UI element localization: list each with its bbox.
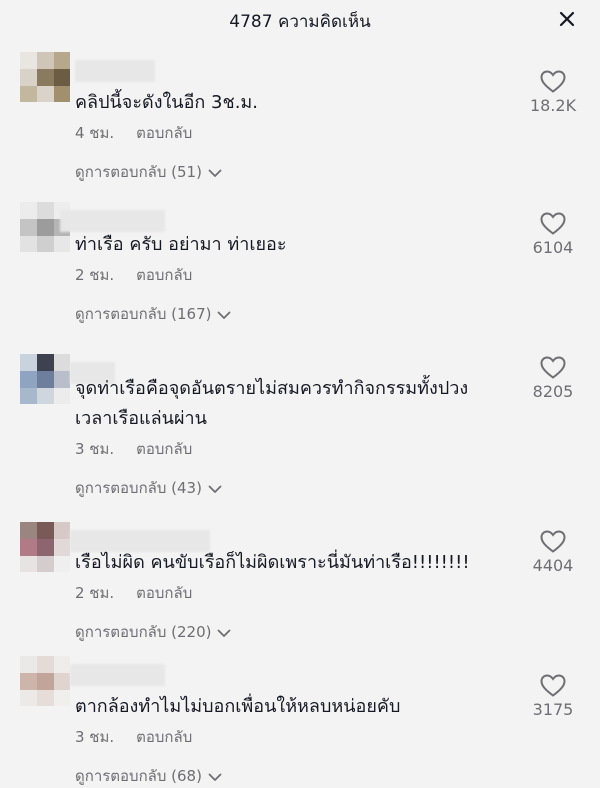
comment-meta: 3 ชม. ตอบกลับ: [75, 437, 214, 461]
avatar[interactable]: [20, 354, 70, 404]
close-icon[interactable]: [556, 8, 578, 30]
comment-text-line: จุดท่าเรือคือจุดอันตรายไม่สมควรทำกิจกรรม…: [75, 378, 469, 399]
heart-icon: [518, 212, 588, 236]
heart-icon: [518, 356, 588, 380]
view-replies-button[interactable]: ดูการตอบกลับ (220): [75, 620, 231, 644]
comment-text: เรือไม่ผิด คนขับเรือก็ไม่ผิดเพราะนี่มันท…: [75, 548, 470, 578]
avatar[interactable]: [20, 522, 70, 572]
comment-time: 4 ชม.: [75, 124, 115, 142]
view-replies-label: ดูการตอบกลับ (68): [75, 767, 202, 785]
chevron-down-icon: [208, 768, 222, 786]
comment-text-line: เรือไม่ผิด คนขับเรือก็ไม่ผิดเพราะนี่มันท…: [75, 552, 470, 573]
comments-header: 4787 ความคิดเห็น: [0, 0, 600, 40]
comment-time: 3 ชม.: [75, 440, 115, 458]
like-button[interactable]: 3175: [518, 674, 588, 719]
comment-meta: 2 ชม. ตอบกลับ: [75, 263, 214, 287]
comment-time: 2 ชม.: [75, 266, 115, 284]
heart-icon: [518, 70, 588, 94]
like-button[interactable]: 18.2K: [518, 70, 588, 115]
like-count: 3175: [532, 700, 574, 719]
heart-icon: [518, 674, 588, 698]
view-replies-button[interactable]: ดูการตอบกลับ (68): [75, 764, 222, 788]
comment-text-line: เวลาเรือแล่นผ่าน: [75, 408, 207, 429]
comment-count-title: 4787 ความคิดเห็น: [229, 12, 371, 32]
chevron-down-icon: [208, 480, 222, 498]
reply-button[interactable]: ตอบกลับ: [136, 584, 192, 602]
like-button[interactable]: 4404: [518, 530, 588, 575]
view-replies-button[interactable]: ดูการตอบกลับ (167): [75, 302, 231, 326]
like-count: 4404: [532, 556, 574, 575]
view-replies-label: ดูการตอบกลับ (167): [75, 305, 212, 323]
comment-meta: 4 ชม. ตอบกลับ: [75, 121, 214, 145]
reply-button[interactable]: ตอบกลับ: [136, 266, 192, 284]
avatar[interactable]: [20, 656, 70, 706]
comment-meta: 2 ชม. ตอบกลับ: [75, 581, 214, 605]
comment-time: 2 ชม.: [75, 584, 115, 602]
comment-text-line: ท่าเรือ ครับ อย่ามา ท่าเยอะ: [75, 234, 287, 255]
heart-icon: [518, 530, 588, 554]
comment-meta: 3 ชม. ตอบกลับ: [75, 725, 214, 749]
comment-text: ตากล้องทำไมไม่บอกเพื่อนให้หลบหน่อยคับ: [75, 692, 400, 722]
comment-text-line: ตากล้องทำไมไม่บอกเพื่อนให้หลบหน่อยคับ: [75, 696, 401, 717]
username-blurred[interactable]: [75, 60, 155, 82]
like-button[interactable]: 6104: [518, 212, 588, 257]
like-count: 18.2K: [529, 96, 577, 115]
like-count: 8205: [532, 382, 574, 401]
chevron-down-icon: [208, 164, 222, 182]
chevron-down-icon: [217, 306, 231, 324]
avatar[interactable]: [20, 52, 70, 102]
like-count: 6104: [532, 238, 574, 257]
username-blurred[interactable]: [60, 210, 165, 232]
comment-text: จุดท่าเรือคือจุดอันตรายไม่สมควรทำกิจกรรม…: [75, 374, 468, 434]
username-blurred[interactable]: [70, 664, 165, 686]
chevron-down-icon: [217, 624, 231, 642]
reply-button[interactable]: ตอบกลับ: [136, 728, 192, 746]
comment-text: ท่าเรือ ครับ อย่ามา ท่าเยอะ: [75, 230, 287, 260]
like-button[interactable]: 8205: [518, 356, 588, 401]
comment-text-line: คลิปนี้จะดังในอีก 3ช.ม.: [75, 92, 258, 113]
view-replies-label: ดูการตอบกลับ (51): [75, 163, 202, 181]
view-replies-label: ดูการตอบกลับ (220): [75, 623, 212, 641]
comment-text: คลิปนี้จะดังในอีก 3ช.ม.: [75, 88, 258, 118]
comment-time: 3 ชม.: [75, 728, 115, 746]
reply-button[interactable]: ตอบกลับ: [136, 124, 192, 142]
view-replies-button[interactable]: ดูการตอบกลับ (43): [75, 476, 222, 500]
view-replies-button[interactable]: ดูการตอบกลับ (51): [75, 160, 222, 184]
reply-button[interactable]: ตอบกลับ: [136, 440, 192, 458]
view-replies-label: ดูการตอบกลับ (43): [75, 479, 202, 497]
